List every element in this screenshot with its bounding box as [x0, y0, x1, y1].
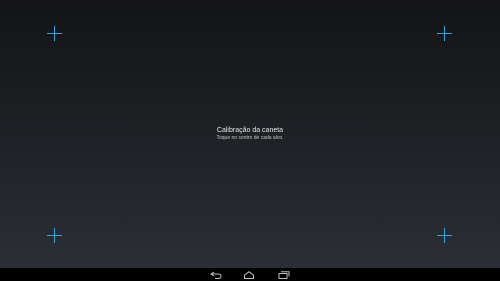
recent-apps-icon	[278, 270, 290, 279]
home-button[interactable]	[242, 270, 256, 279]
calibration-area[interactable]: Calibração da caneta Toque no centro de …	[0, 0, 500, 268]
calibration-message: Calibração da caneta Toque no centro de …	[0, 126, 500, 142]
calibration-target-top-right[interactable]	[437, 26, 452, 41]
pen-calibration-screen: Calibração da caneta Toque no centro de …	[0, 0, 500, 281]
calibration-target-top-left[interactable]	[47, 26, 62, 41]
calibration-target-bottom-left[interactable]	[47, 228, 62, 243]
recent-apps-button[interactable]	[277, 270, 291, 279]
calibration-title: Calibração da caneta	[216, 127, 284, 134]
back-button[interactable]	[209, 270, 223, 279]
back-icon	[210, 271, 222, 279]
home-icon	[244, 270, 254, 279]
system-navigation-bar	[0, 268, 500, 281]
calibration-instruction: Toque no centro de cada alvo.	[216, 135, 284, 141]
calibration-target-bottom-right[interactable]	[437, 228, 452, 243]
